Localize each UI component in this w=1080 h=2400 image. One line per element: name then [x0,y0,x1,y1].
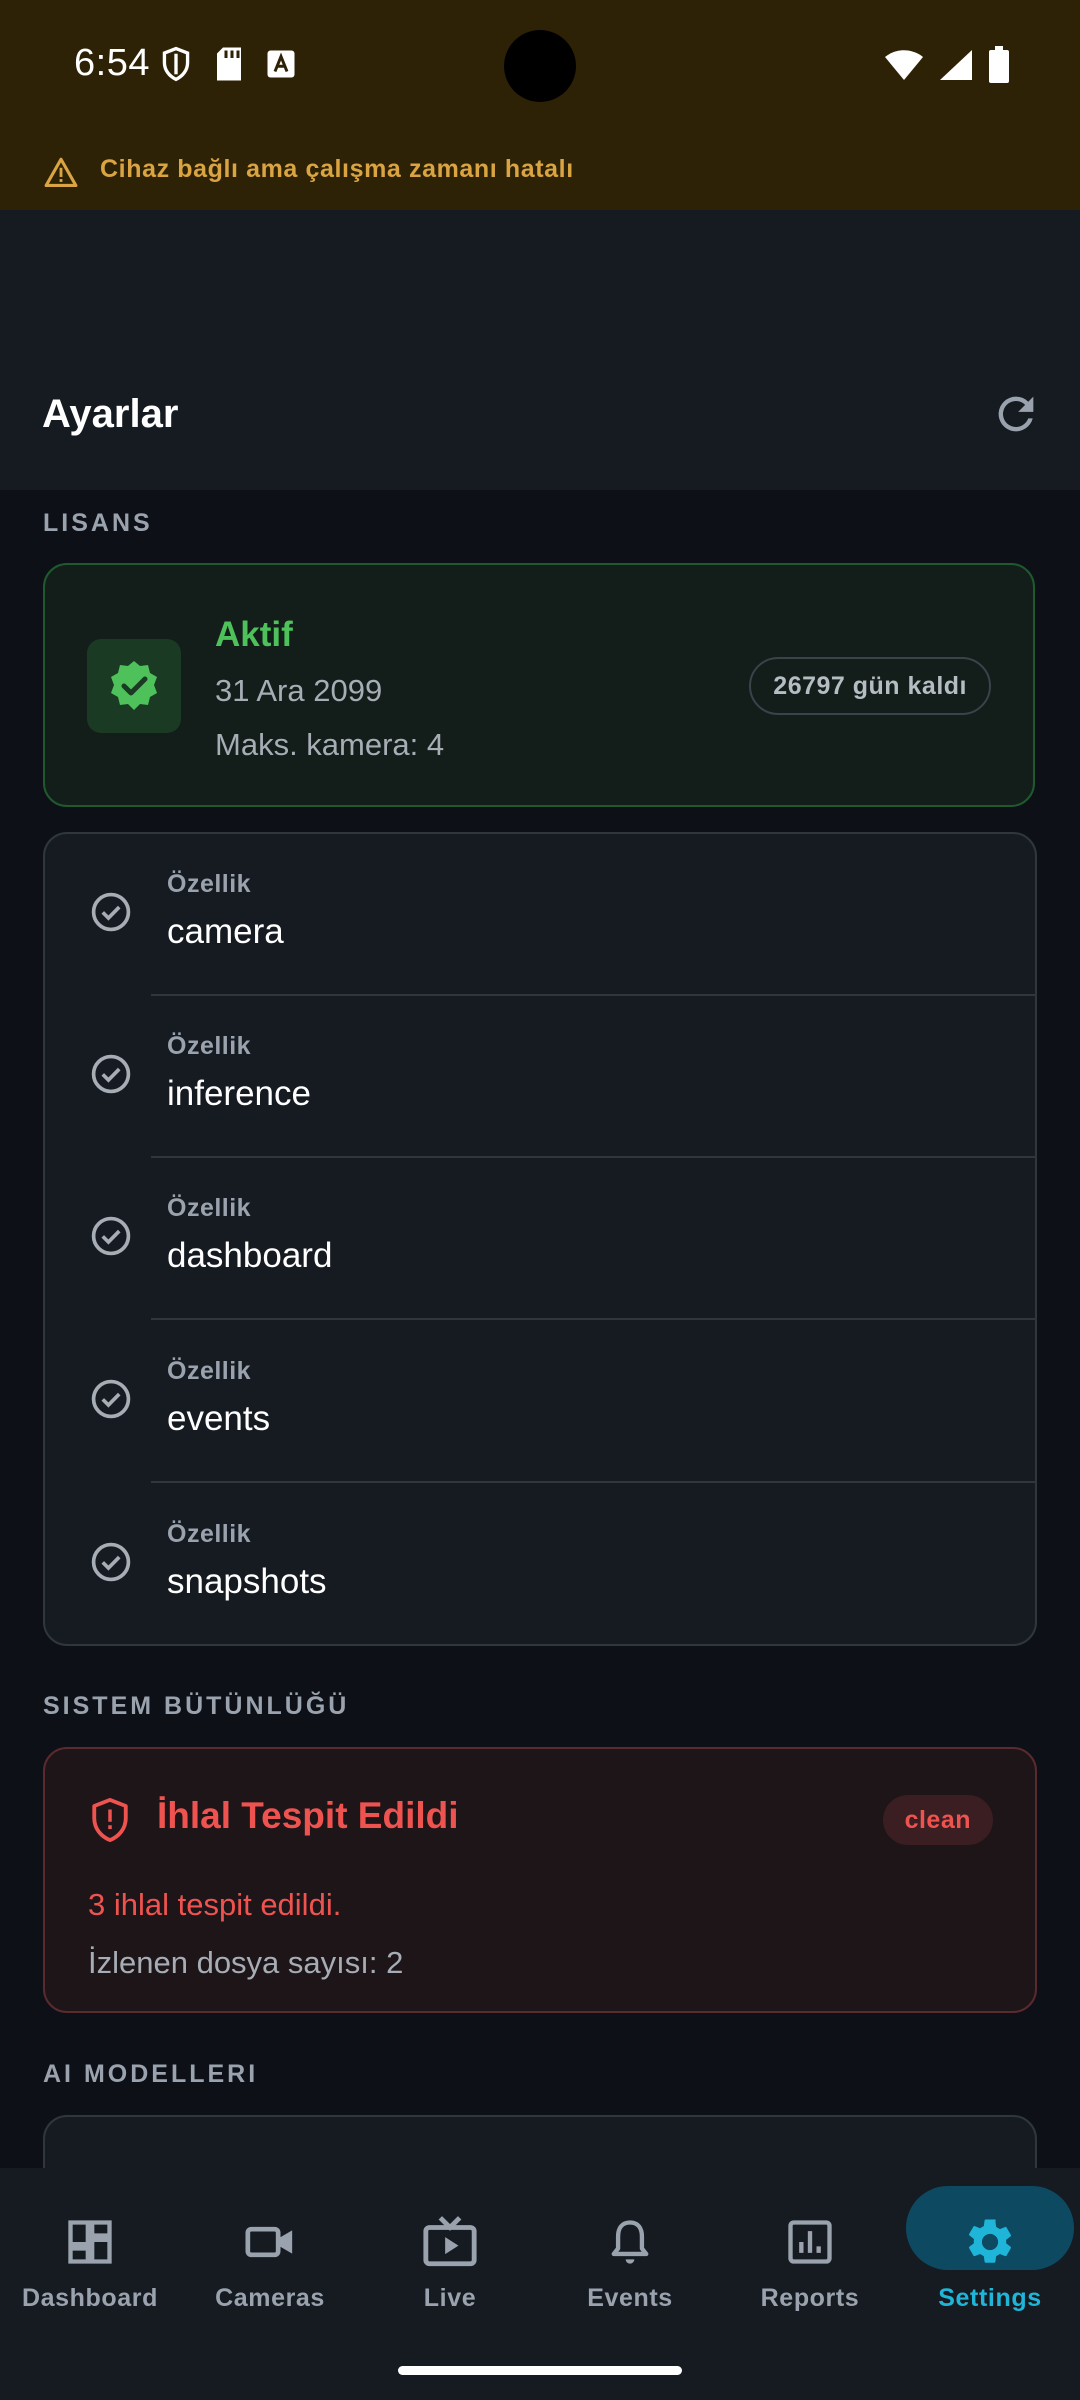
feature-value: events [167,1399,271,1438]
wifi-icon [885,50,923,80]
nav-reports[interactable]: Reports [720,2168,900,2348]
nav-live[interactable]: Live [360,2168,540,2348]
feature-value: camera [167,912,284,951]
check-circle-icon [91,1054,131,1094]
camera-cutout [504,30,576,102]
bell-icon [588,2200,672,2284]
feature-label: Özellik [167,1520,252,1548]
check-circle-icon [91,1542,131,1582]
nav-label: Dashboard [22,2284,158,2312]
feature-value: dashboard [167,1236,333,1275]
feature-label: Özellik [167,1032,252,1060]
refresh-button[interactable] [990,388,1042,440]
warning-icon [44,157,78,188]
nav-label: Cameras [215,2284,325,2312]
nav-cameras[interactable]: Cameras [180,2168,360,2348]
settings-screen: 6:54 Cihaz bağlı ama çalışma zamanı hata… [0,0,1080,2400]
feature-value: inference [167,1074,311,1113]
feature-item[interactable]: Özellik camera [45,834,1035,996]
days-left-chip: 26797 gün kaldı [749,657,991,715]
sd-card-icon [217,47,241,81]
nav-label: Live [423,2284,477,2312]
license-max-cameras: Maks. kamera: 4 [215,727,445,762]
feature-item[interactable]: Özellik events [45,1321,1035,1483]
nav-label: Events [587,2284,673,2312]
shield-alert-icon [92,1797,128,1843]
home-indicator[interactable] [398,2366,682,2375]
signal-icon [940,50,972,80]
gear-icon [948,2200,1032,2284]
feature-item[interactable]: Özellik snapshots [45,1484,1035,1644]
feature-value: snapshots [167,1562,327,1601]
check-circle-icon [91,1379,131,1419]
check-circle-icon [91,892,131,932]
integrity-status-chip: clean [882,1795,993,1845]
dashboard-icon [48,2200,132,2284]
features-card: Özellik camera Özellik inference Özellik… [43,832,1037,1646]
live-tv-icon [408,2200,492,2284]
license-section-label: LISANS [43,509,153,537]
app-bar: Ayarlar [0,210,1080,490]
status-system-icons [884,46,1010,84]
violation-count: 3 ihlal tespit edildi. [88,1887,342,1922]
integrity-section-label: SISTEM BÜTÜNLÜĞÜ [43,1692,350,1720]
license-expiry-date: 31 Ara 2099 [215,673,383,708]
page-title: Ayarlar [42,392,179,436]
feature-item[interactable]: Özellik inference [45,996,1035,1158]
integrity-card: İhlal Tespit Edildi clean 3 ihlal tespit… [43,1747,1037,2013]
refresh-icon [998,396,1034,432]
videocam-icon [228,2200,312,2284]
banner-text: Cihaz bağlı ama çalışma zamanı hatalı [100,155,574,183]
integrity-title: İhlal Tespit Edildi [157,1795,459,1836]
verified-icon [111,661,157,710]
nav-label: Reports [760,2284,860,2312]
nav-events[interactable]: Events [540,2168,720,2348]
feature-label: Özellik [167,1357,252,1385]
license-card: Aktif 31 Ara 2099 Maks. kamera: 4 26797 … [43,563,1035,807]
font-app-icon [267,50,295,78]
divider [151,1318,1035,1320]
battery-icon [989,46,1009,83]
nav-label: Settings [938,2284,1042,2312]
status-time: 6:54 [74,42,150,84]
divider [151,1481,1035,1483]
license-badge [87,639,181,733]
runtime-warning-banner: Cihaz bağlı ama çalışma zamanı hatalı [0,135,1080,210]
nav-dashboard[interactable]: Dashboard [0,2168,180,2348]
license-status: Aktif [215,615,293,654]
monitored-file-count: İzlenen dosya sayısı: 2 [88,1945,404,1980]
status-notification-icons [160,46,296,82]
feature-label: Özellik [167,1194,252,1222]
check-circle-icon [91,1216,131,1256]
shield-status-icon [162,46,190,82]
nav-settings[interactable]: Settings [900,2168,1080,2348]
models-section-label: AI MODELLERI [43,2060,259,2088]
status-bar: 6:54 [0,0,1080,135]
feature-item[interactable]: Özellik dashboard [45,1158,1035,1320]
bar-chart-icon [768,2200,852,2284]
feature-label: Özellik [167,870,252,898]
